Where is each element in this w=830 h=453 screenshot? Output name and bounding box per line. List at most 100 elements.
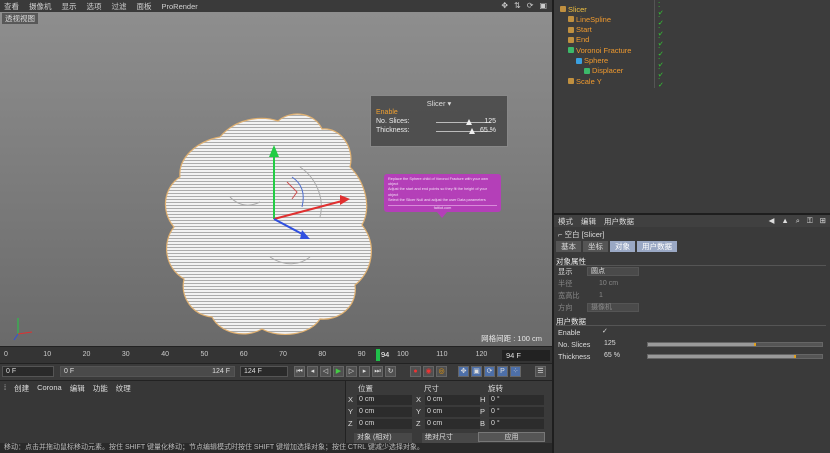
tooltip-line: Adjust the start and end points so they … <box>388 187 487 197</box>
size-y-field[interactable]: 0 cm <box>425 407 480 417</box>
aspect-value[interactable]: 1 <box>599 291 639 300</box>
prev-frame-icon[interactable]: ◁ <box>320 366 331 377</box>
enable-checkbox[interactable]: ✓ <box>602 327 642 336</box>
range-end-label: 124 F <box>212 368 230 375</box>
move-view-icon[interactable]: ✥ <box>501 1 508 10</box>
object-row[interactable]: Slicer ⁚ ✓ <box>554 2 664 17</box>
key-position-icon[interactable]: ✥ <box>458 366 469 377</box>
thickness-slider[interactable] <box>647 354 823 359</box>
size-mode-dropdown[interactable]: 绝对尺寸 <box>422 433 480 443</box>
menu-view[interactable]: 查看 <box>4 1 19 12</box>
coord-mode-dropdown[interactable]: 对象 (相对) <box>354 433 412 443</box>
size-x-field[interactable]: 0 cm <box>425 395 480 405</box>
menu-texture[interactable]: 纹理 <box>116 383 131 394</box>
rotation-p-field[interactable]: 0 ° <box>489 407 544 417</box>
goto-end-icon[interactable]: ⏭ <box>372 366 383 377</box>
play-icon[interactable]: ▶ <box>333 366 344 377</box>
back-arrow-icon[interactable]: ◀ <box>769 216 775 226</box>
object-name: Displacer <box>592 66 624 76</box>
tab-basic[interactable]: 基本 <box>556 241 581 252</box>
playhead[interactable] <box>376 349 380 361</box>
hud-slices-slider[interactable] <box>436 122 491 123</box>
object-row[interactable]: Scale Y ⁚ ✓ <box>554 74 664 89</box>
timeline-ruler[interactable]: 0 10 20 30 40 50 60 70 80 90 100 110 120 <box>0 346 552 363</box>
thickness-value[interactable]: 65 % <box>604 351 644 360</box>
next-key-icon[interactable]: ▸ <box>359 366 370 377</box>
current-frame-field[interactable]: 94 F <box>502 350 550 361</box>
rotate-view-icon[interactable]: ⟳ <box>527 1 534 10</box>
key-param-icon[interactable]: P <box>497 366 508 377</box>
object-row[interactable]: Voronoi Fracture ⁚ ✓ <box>554 43 664 58</box>
zoom-view-icon[interactable]: ⇅ <box>514 1 521 10</box>
apply-button[interactable]: 应用 <box>478 432 545 442</box>
next-frame-icon[interactable]: ▷ <box>346 366 357 377</box>
object-name: Voronoi Fracture <box>576 45 632 55</box>
hud-slices-row[interactable]: No. Slices: 125 <box>376 118 504 127</box>
hud-slices-knob[interactable] <box>466 119 472 125</box>
thickness-label: Thickness <box>558 351 591 361</box>
tab-userdata[interactable]: 用户数据 <box>637 241 677 252</box>
display-dropdown[interactable]: 圆点 <box>587 267 639 276</box>
maximize-view-icon[interactable]: ▣ <box>539 1 547 10</box>
position-x-field[interactable]: 0 cm <box>357 395 412 405</box>
axis-label: B <box>480 419 486 428</box>
object-row[interactable]: Displacer ⁚ ✓ <box>554 64 664 79</box>
record-icon[interactable]: ● <box>410 366 421 377</box>
loop-icon[interactable]: ↻ <box>385 366 396 377</box>
slicer-hud-title[interactable]: Slicer ▾ <box>371 99 507 108</box>
menu-options[interactable]: 选项 <box>87 1 102 12</box>
key-pla-icon[interactable]: ⁘ <box>510 366 521 377</box>
menu-create[interactable]: 创建 <box>14 383 29 394</box>
goto-start-icon[interactable]: ⏮ <box>294 366 305 377</box>
frame-range-slider[interactable]: 0 F 124 F <box>60 366 235 377</box>
enable-label: Enable <box>558 327 581 337</box>
menu-mat-edit[interactable]: 编辑 <box>70 383 85 394</box>
new-panel-icon[interactable]: ⊞ <box>820 216 826 226</box>
key-rotation-icon[interactable]: ⟳ <box>484 366 495 377</box>
search-icon[interactable]: ⌕ <box>796 216 800 226</box>
orientation-dropdown[interactable]: 摄像机 <box>587 303 639 312</box>
timeline-menu-icon[interactable]: ☰ <box>535 366 546 377</box>
hud-thickness-knob[interactable] <box>468 128 475 134</box>
menu-edit[interactable]: 编辑 <box>581 216 596 227</box>
menu-mode[interactable]: 模式 <box>558 216 573 227</box>
object-row[interactable]: LineSpline ⁚ ✓ <box>554 12 664 27</box>
size-z-field[interactable]: 0 cm <box>425 419 480 429</box>
position-y-field[interactable]: 0 cm <box>357 407 412 417</box>
rotation-b-field[interactable]: 0 ° <box>489 419 544 429</box>
axis-gizmo[interactable] <box>262 137 362 252</box>
rotation-h-field[interactable]: 0 ° <box>489 395 544 405</box>
menu-userdata[interactable]: 用户数据 <box>604 216 634 227</box>
start-frame-field[interactable]: 0 F <box>2 366 54 377</box>
menu-camera[interactable]: 摄像机 <box>29 1 52 12</box>
menu-panel[interactable]: 面板 <box>137 1 152 12</box>
hud-thickness-row[interactable]: Thickness: 65 % <box>376 127 504 136</box>
object-row[interactable]: Start ⁚ ✓ <box>554 23 664 38</box>
keyframe-select-icon[interactable]: ◎ <box>436 366 447 377</box>
tab-object[interactable]: 对象 <box>610 241 635 252</box>
autokey-icon[interactable]: ◉ <box>423 366 434 377</box>
menu-filter[interactable]: 过滤 <box>112 1 127 12</box>
radius-value[interactable]: 10 cm <box>599 279 639 288</box>
object-flags-column <box>654 0 704 88</box>
position-z-field[interactable]: 0 cm <box>357 419 412 429</box>
object-row[interactable]: Sphere ⁚ ✓ <box>554 54 664 69</box>
key-scale-icon[interactable]: ▣ <box>471 366 482 377</box>
lock-icon[interactable]: ⚿ <box>807 216 813 226</box>
menu-display[interactable]: 显示 <box>62 1 77 12</box>
slices-value[interactable]: 125 <box>604 339 644 348</box>
menu-corona[interactable]: Corona <box>37 383 62 394</box>
axis-label: Y <box>348 407 354 416</box>
menu-function[interactable]: 功能 <box>93 383 108 394</box>
tab-coord[interactable]: 坐标 <box>583 241 608 252</box>
prev-key-icon[interactable]: ◂ <box>307 366 318 377</box>
up-arrow-icon[interactable]: ▲ <box>781 216 788 226</box>
hud-enable-label[interactable]: Enable <box>376 109 504 118</box>
menu-prorender[interactable]: ProRender <box>162 2 198 11</box>
current-frame-label: 94 <box>381 350 390 359</box>
object-name: Start <box>576 25 592 35</box>
slices-slider[interactable] <box>647 342 823 347</box>
object-row[interactable]: End ⁚ ✓ <box>554 33 664 48</box>
timeline-tick-label: 10 <box>43 351 52 358</box>
end-frame-field[interactable]: 124 F <box>240 366 288 377</box>
